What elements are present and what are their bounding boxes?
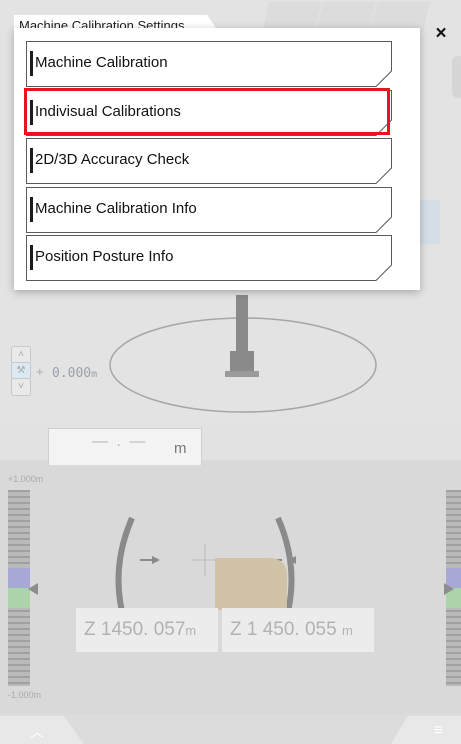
offset-value: 0.000 <box>52 366 92 381</box>
left-level-gauge <box>8 490 30 686</box>
offset-sign: + <box>36 364 44 379</box>
accuracy-check-item[interactable]: 2D/3D Accuracy Check <box>26 138 392 184</box>
menu-item-marker <box>30 148 33 173</box>
menu-item-marker <box>30 196 33 222</box>
left-gauge-pointer <box>28 583 38 595</box>
down-arrow-button[interactable]: ˅ <box>11 378 31 396</box>
machine-calibration-item[interactable]: Machine Calibration <box>26 41 392 87</box>
z-left-readout: Z 1450. 057m <box>76 608 218 652</box>
close-icon: × <box>435 23 447 44</box>
z-right-unit: m <box>341 623 353 638</box>
menu-item-marker <box>30 245 33 270</box>
menu-item-label: Position Posture Info <box>35 248 174 265</box>
machine-top-view <box>109 295 377 413</box>
menu-item-marker <box>30 99 33 125</box>
menu-item-label: Machine Calibration Info <box>35 199 197 217</box>
hamburger-menu-icon: ≡ <box>433 722 443 739</box>
elevation-tab-value: — . — <box>92 433 148 450</box>
machine-body <box>230 351 254 371</box>
menu-item-label: Indivisual Calibrations <box>35 102 181 120</box>
offset-unit: m <box>91 369 98 380</box>
z-left-unit: m <box>185 623 197 638</box>
boom-arm <box>236 295 248 355</box>
position-posture-info-item[interactable]: Position Posture Info <box>26 235 392 281</box>
scale-bottom-label: -1.000m <box>8 690 42 700</box>
menu-item-label: 2D/3D Accuracy Check <box>35 151 190 168</box>
machine-track <box>225 371 259 377</box>
offset-readout: 0.000m <box>52 366 97 381</box>
bucket-shape <box>215 558 287 610</box>
menu-item-marker <box>30 51 33 76</box>
indivisual-calibrations-item[interactable]: Indivisual Calibrations <box>24 87 392 136</box>
side-marker <box>418 200 440 244</box>
right-gauge-pointer <box>444 583 454 595</box>
z-right-value: Z 1 450. 055 <box>230 619 337 640</box>
menu-item-label: Machine Calibration <box>35 54 168 71</box>
scale-top-label: +1.000m <box>8 474 44 484</box>
z-right-readout: Z 1 450. 055 m <box>222 608 374 652</box>
right-edge-handle[interactable] <box>452 56 461 98</box>
elevation-tab-unit: m <box>174 440 187 457</box>
machine-calibration-info-item[interactable]: Machine Calibration Info <box>26 186 392 233</box>
z-left-value: Z 1450. 057 <box>84 619 186 640</box>
chevron-up-icon: ︿ <box>30 724 44 740</box>
close-button[interactable]: × <box>430 23 452 45</box>
